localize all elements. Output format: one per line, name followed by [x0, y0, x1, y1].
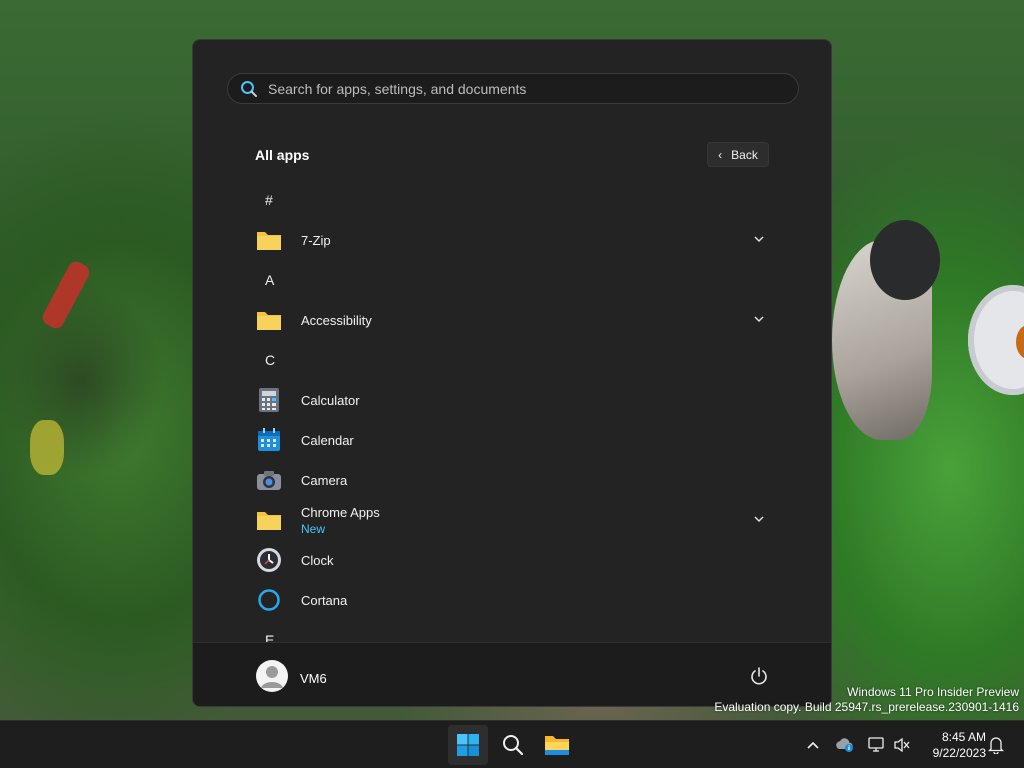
chevron-left-icon: ‹ — [718, 147, 723, 162]
camera-icon — [255, 466, 283, 494]
all-apps-title: All apps — [255, 147, 310, 163]
file-explorer-button[interactable] — [537, 725, 577, 765]
app-name: 7-Zip — [301, 232, 331, 248]
chevron-down-icon[interactable] — [753, 313, 765, 325]
app-item-7zip[interactable]: 7-Zip — [243, 221, 783, 259]
network-button[interactable] — [867, 735, 887, 755]
search-icon — [503, 735, 524, 756]
file-explorer-icon — [545, 736, 569, 755]
search-box[interactable] — [227, 73, 799, 104]
search-icon — [241, 80, 257, 97]
taskbar-search-button[interactable] — [493, 725, 533, 765]
folder-icon — [255, 506, 283, 534]
folder-icon — [255, 306, 283, 334]
app-item-calculator[interactable]: Calculator — [243, 381, 783, 419]
search-input[interactable] — [258, 74, 798, 103]
cortana-icon — [255, 586, 283, 614]
notifications-button[interactable] — [986, 735, 1006, 755]
start-button[interactable] — [448, 725, 488, 765]
cloud-info-icon — [836, 738, 853, 752]
app-item-calendar[interactable]: Calendar — [243, 421, 783, 459]
calendar-icon — [255, 426, 283, 454]
app-item-clock[interactable]: Clock — [243, 541, 783, 579]
back-button-label: Back — [731, 147, 758, 162]
app-name: Accessibility — [301, 312, 372, 328]
watermark-line-1: Windows 11 Pro Insider Preview — [847, 685, 1019, 699]
calculator-icon — [255, 386, 283, 414]
start-icon — [457, 734, 479, 756]
wallpaper-parrot-feather — [39, 258, 93, 332]
network-icon — [868, 737, 884, 752]
app-name: Calculator — [301, 392, 360, 408]
show-hidden-icons-button[interactable] — [803, 735, 823, 755]
volume-muted-icon — [894, 737, 910, 753]
section-letter-c[interactable]: C — [265, 352, 275, 368]
clock-date: 9/22/2023 — [932, 746, 986, 760]
new-badge: New — [301, 521, 326, 536]
chevron-down-icon[interactable] — [753, 513, 765, 525]
app-name: Calendar — [301, 432, 354, 448]
clock-icon — [255, 546, 283, 574]
clock-time: 8:45 AM — [941, 730, 986, 744]
onedrive-button[interactable] — [835, 735, 855, 755]
app-name: Clock — [301, 552, 334, 568]
evaluation-watermark: Windows 11 Pro Insider Preview Evaluatio… — [714, 685, 1019, 715]
folder-icon — [255, 226, 283, 254]
wallpaper-parrot-eye-right — [968, 285, 1024, 395]
app-item-cortana[interactable]: Cortana — [243, 581, 783, 619]
app-name: Chrome Apps — [301, 504, 380, 520]
section-letter-e[interactable]: E — [265, 632, 274, 642]
taskbar: 8:45 AM 9/22/2023 — [0, 720, 1024, 768]
user-name[interactable]: VM6 — [300, 671, 327, 686]
app-name: Camera — [301, 472, 348, 488]
app-item-camera[interactable]: Camera — [243, 461, 783, 499]
chevron-up-icon — [807, 741, 819, 749]
wallpaper-parrot-beak-left — [30, 420, 64, 475]
chevron-down-icon[interactable] — [753, 233, 765, 245]
volume-button[interactable] — [892, 735, 912, 755]
avatar[interactable] — [256, 660, 288, 692]
user-icon — [261, 666, 283, 688]
watermark-line-2: Evaluation copy. Build 25947.rs_prerelea… — [714, 700, 1019, 714]
section-letter-a[interactable]: A — [265, 272, 274, 288]
apps-list[interactable]: # 7-Zip A Accessibility C Calculator Cal… — [193, 180, 831, 642]
power-icon[interactable] — [749, 666, 769, 686]
taskbar-clock[interactable]: 8:45 AM 9/22/2023 — [916, 729, 986, 761]
app-item-accessibility[interactable]: Accessibility — [243, 301, 783, 339]
section-letter-hash[interactable]: # — [265, 192, 273, 208]
back-button[interactable]: ‹ Back — [707, 142, 769, 167]
app-item-chrome-apps[interactable]: Chrome Apps New — [243, 501, 783, 539]
start-menu: All apps ‹ Back # 7-Zip A Accessibility … — [192, 39, 832, 707]
app-name: Cortana — [301, 592, 348, 608]
bell-icon — [988, 737, 1004, 754]
wallpaper-parrot-eye — [870, 220, 940, 300]
